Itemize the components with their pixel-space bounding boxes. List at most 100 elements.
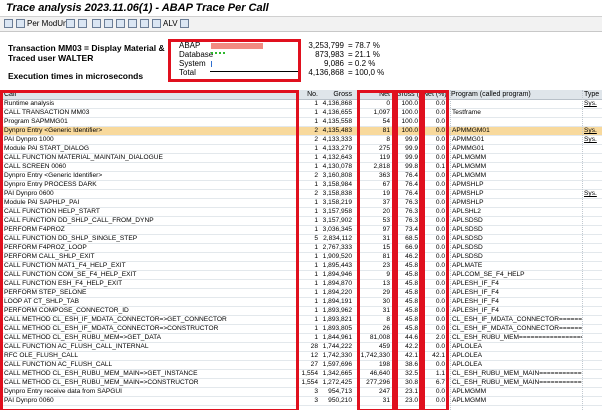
- cell-call: LOOP AT CT_SHLP_TAB: [4, 298, 80, 305]
- table-row[interactable]: PAI Dynpro 1000 2 4,133,333 8 99.9 0.0 APMMG01…: [0, 136, 602, 145]
- table-row[interactable]: Dynpro Entry PROCESS DARK 1 3,158,984 67 76.…: [0, 181, 602, 190]
- table-row[interactable]: CALL METHOD CL_ESH_RUBU_MEM=>GET_DATA 1 1,…: [0, 334, 602, 343]
- cell-net-pct: 0.0: [435, 226, 445, 233]
- toolbar-button-per-mod-unit[interactable]: Per ModUnit: [16, 19, 71, 29]
- toolbar-button-sort-asc[interactable]: [92, 19, 103, 29]
- cell-type[interactable]: [584, 370, 602, 378]
- header-gross[interactable]: Gross: [320, 90, 352, 99]
- cell-type[interactable]: [584, 280, 602, 288]
- table-row[interactable]: PAI Dynpro 0600 2 3,158,838 19 76.4 0.0 APMSHL…: [0, 190, 602, 199]
- table-row[interactable]: CALL FUNCTION COM_SE_F4_HELP_EXIT 1 1,894,…: [0, 271, 602, 280]
- cell-type[interactable]: [584, 379, 602, 387]
- table-row[interactable]: PERFORM STEP_SELONE 1 1,894,220 29 45.8 0.0 AP…: [0, 289, 602, 298]
- toolbar-button-export[interactable]: [180, 19, 191, 29]
- table-row[interactable]: PERFORM COMPOSE_CONNECTOR_ID 1 1,893,962 31…: [0, 307, 602, 316]
- table-row[interactable]: LOOP AT CT_SHLP_TAB 1 1,894,191 30 45.8 0.0 AP…: [0, 298, 602, 307]
- cell-type[interactable]: Sys.: [584, 190, 602, 198]
- cell-type[interactable]: [584, 361, 602, 369]
- table-row[interactable]: CALL TRANSACTION MM03 1 4,136,655 1,097 100.…: [0, 109, 602, 118]
- table-row[interactable]: PERFORM F4PROZ 1 3,036,345 97 73.4 0.0 APLSDSD: [0, 226, 602, 235]
- table-row[interactable]: CALL METHOD CL_ESH_RUBU_MEM_MAIN=>GET_IN…: [0, 370, 602, 379]
- table-row[interactable]: Runtime analysis 1 4,136,868 0 100.0 0.0 Sys.: [0, 100, 602, 109]
- table-row[interactable]: RFC OLE_FLUSH_CALL 12 1,742,330 1,742,330 42…: [0, 352, 602, 361]
- cell-program: APLMGMM: [452, 154, 487, 161]
- table-row[interactable]: Program SAPMMG01 1 4,135,558 54 100.0 0.0: [0, 118, 602, 127]
- toolbar-button-sort-desc[interactable]: [104, 19, 115, 29]
- cell-type[interactable]: [584, 262, 602, 270]
- cell-type[interactable]: Sys.: [584, 100, 602, 108]
- table-row[interactable]: CALL FUNCTION HELP_START 1 3,157,958 20 76.3…: [0, 208, 602, 217]
- cell-type[interactable]: [584, 181, 602, 189]
- toolbar-button-alv[interactable]: ALV: [152, 19, 178, 29]
- cell-gross: 3,036,345: [322, 226, 352, 233]
- cell-type[interactable]: [584, 172, 602, 180]
- cell-type[interactable]: [584, 145, 602, 153]
- toolbar-button-expand[interactable]: [4, 19, 15, 29]
- cell-type[interactable]: [584, 199, 602, 207]
- table-row[interactable]: Dynpro Entry <Generic Identifier> 2 3,160,…: [0, 172, 602, 181]
- header-net-pct[interactable]: Net (%): [423, 90, 447, 99]
- table-row[interactable]: CALL FUNCTION MATERIAL_MAINTAIN_DIALOGUE…: [0, 154, 602, 163]
- cell-gross: 2,767,333: [322, 244, 352, 251]
- cell-type[interactable]: [584, 217, 602, 225]
- cell-type[interactable]: [584, 235, 602, 243]
- table-row[interactable]: Module PAI START_DIALOG 1 4,133,279 275 99.9…: [0, 145, 602, 154]
- cell-type[interactable]: [584, 109, 602, 117]
- cell-type[interactable]: [584, 298, 602, 306]
- table-row[interactable]: PERFORM F4PROZ_LOOP 1 2,767,333 15 66.9 0.0 AP…: [0, 244, 602, 253]
- table-row[interactable]: CALL FUNCTION AC_FLUSH_CALL_INTERNAL 28 1,…: [0, 343, 602, 352]
- header-program[interactable]: Program (called program): [451, 90, 581, 99]
- table-row[interactable]: CALL METHOD CL_ESH_RUBU_MEM_MAIN=>CONSTR…: [0, 379, 602, 388]
- cell-type[interactable]: [584, 118, 602, 126]
- table-row[interactable]: Dynpro Entry receive data from SAPGUI 3 95…: [0, 388, 602, 397]
- cell-program: APMSHLP: [452, 199, 484, 206]
- header-call[interactable]: Call: [4, 90, 294, 99]
- table-row[interactable]: CALL METHOD CL_ESH_IF_MDATA_CONNECTOR=>G…: [0, 316, 602, 325]
- cell-type[interactable]: [584, 208, 602, 216]
- header-type[interactable]: Type: [584, 90, 602, 99]
- cell-type[interactable]: [584, 397, 602, 405]
- header-gross-pct[interactable]: Gross (%): [396, 90, 422, 99]
- toolbar-button-filter[interactable]: [116, 19, 127, 29]
- cell-type[interactable]: [584, 244, 602, 252]
- toolbar-button-sum[interactable]: [128, 19, 139, 29]
- table-row[interactable]: CALL FUNCTION MAT1_F4_HELP_EXIT 1 1,895,44…: [0, 262, 602, 271]
- toolbar-button-layout[interactable]: [140, 19, 151, 29]
- header-net[interactable]: Net: [362, 90, 390, 99]
- cell-type[interactable]: [584, 307, 602, 315]
- table-row[interactable]: CALL FUNCTION ESH_F4_HELP_EXIT 1 1,894,870…: [0, 280, 602, 289]
- cell-type[interactable]: [584, 271, 602, 279]
- cell-net-pct: 0.1: [435, 163, 445, 170]
- cell-type[interactable]: [584, 163, 602, 171]
- table-row[interactable]: CALL FUNCTION DD_SHLP_SINGLE_STEP 5 2,834,…: [0, 235, 602, 244]
- cell-no: 12: [310, 352, 318, 359]
- table-row[interactable]: Module PAI SAPHLP_PAI 1 3,158,219 37 76.3 0.0…: [0, 199, 602, 208]
- cell-call: CALL METHOD CL_ESH_RUBU_MEM=>GET_DATA: [4, 334, 162, 341]
- cell-type[interactable]: [584, 226, 602, 234]
- table-row[interactable]: CALL SCREEN 0060 1 4,130,078 2,818 99.8 0.1 AP…: [0, 163, 602, 172]
- table-row[interactable]: CALL FUNCTION DD_SHLP_CALL_FROM_DYNP 1 3,1…: [0, 217, 602, 226]
- cell-type[interactable]: [584, 343, 602, 351]
- table-row[interactable]: Dynpro Entry <Generic Identifier> 2 4,135,…: [0, 127, 602, 136]
- table-row[interactable]: CALL METHOD CL_ESH_IF_MDATA_CONNECTOR=>C…: [0, 325, 602, 334]
- cell-type[interactable]: [584, 289, 602, 297]
- toolbar-button-find-next[interactable]: [78, 19, 89, 29]
- cell-type[interactable]: [584, 316, 602, 324]
- cell-type[interactable]: [584, 325, 602, 333]
- cell-type[interactable]: Sys.: [584, 136, 602, 144]
- cell-type[interactable]: [584, 253, 602, 261]
- cell-no: 1,554: [301, 370, 318, 377]
- cell-type[interactable]: [584, 352, 602, 360]
- toolbar-button-find[interactable]: [66, 19, 77, 29]
- summary-value: 3,253,799: [308, 41, 344, 50]
- cell-type[interactable]: [584, 334, 602, 342]
- table-row[interactable]: PAI Dynpro 0060 3 950,210 31 23.0 0.0 APLMGMM: [0, 397, 602, 406]
- cell-type[interactable]: [584, 388, 602, 396]
- cell-type[interactable]: [584, 154, 602, 162]
- cell-net-pct: 0.0: [435, 271, 445, 278]
- header-no[interactable]: No.: [300, 90, 318, 99]
- table-row[interactable]: CALL FUNCTION AC_FLUSH_CALL 27 1,597,696 19…: [0, 361, 602, 370]
- cell-net: 277,296: [366, 379, 390, 386]
- table-row[interactable]: PERFORM CALL_SHLP_EXIT 1 1,909,520 81 46.2 0.…: [0, 253, 602, 262]
- cell-type[interactable]: Sys.: [584, 127, 602, 135]
